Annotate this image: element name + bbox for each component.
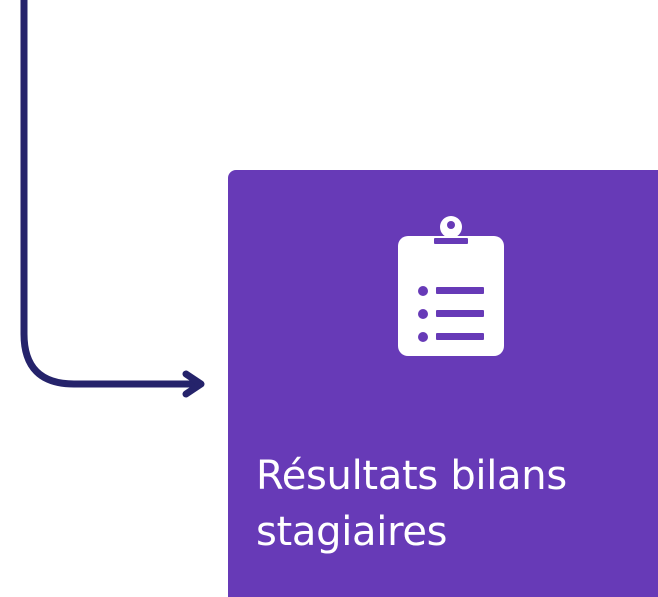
connector-line — [20, 0, 200, 388]
tile-label: Résultats bilans stagiaires — [256, 448, 656, 560]
results-trainee-assessments-tile[interactable]: Résultats bilans stagiaires — [228, 170, 658, 597]
tile-label-line-1: Résultats bilans — [256, 453, 567, 499]
clipboard-list-icon — [398, 216, 504, 356]
canvas: Résultats bilans stagiaires — [0, 0, 658, 597]
tile-label-line-2: stagiaires — [256, 509, 448, 555]
